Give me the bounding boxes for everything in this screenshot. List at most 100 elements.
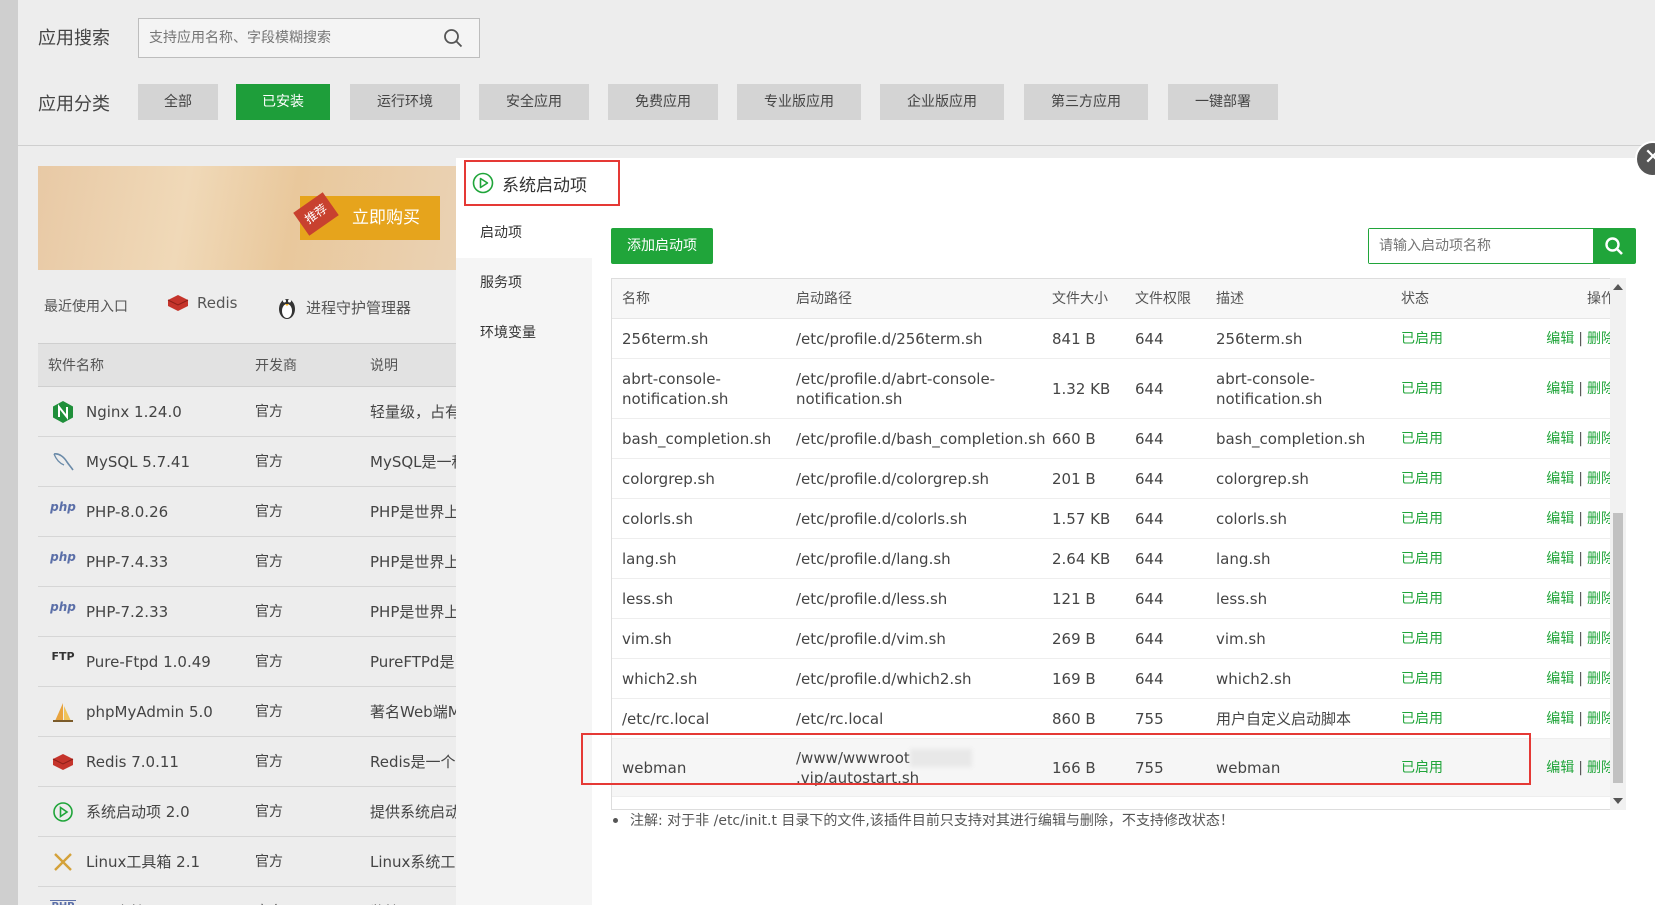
edit-link[interactable]: 编辑 xyxy=(1546,429,1574,449)
startup-search-button[interactable] xyxy=(1593,229,1635,263)
status-toggle[interactable]: 已启用 xyxy=(1401,499,1461,538)
startup-row[interactable]: which2.sh/etc/profile.d/which2.sh 169 B 64… xyxy=(612,659,1623,699)
category-security-button[interactable]: 安全应用 xyxy=(479,84,589,120)
startup-row[interactable]: /etc/rc.local/etc/rc.local 860 B 755 用户自定义启… xyxy=(612,699,1623,739)
startup-description: which2.sh xyxy=(1216,669,1292,688)
edit-link[interactable]: 编辑 xyxy=(1546,758,1574,778)
software-row[interactable]: php PHP-7.2.33 官方 PHP是世界上 xyxy=(38,587,459,637)
startup-row[interactable]: webman/www/wwwroot.vip/autostart.sh 166 B… xyxy=(612,739,1623,797)
action-separator: | xyxy=(1578,430,1583,447)
software-row[interactable]: MySQL 5.7.41 官方 MySQL是一种 xyxy=(38,437,460,487)
col-name: 名称 xyxy=(622,290,650,307)
software-name: Pure-Ftpd 1.0.49 xyxy=(86,653,211,671)
edit-link[interactable]: 编辑 xyxy=(1546,709,1574,729)
software-developer: 官方 xyxy=(255,887,283,905)
status-toggle[interactable]: 已启用 xyxy=(1401,359,1461,418)
startup-name: less.sh xyxy=(622,589,674,608)
category-runtime-button[interactable]: 运行环境 xyxy=(350,84,460,120)
table-scrollbar[interactable] xyxy=(1610,278,1626,810)
row-actions: 编辑 | 删除 xyxy=(1485,459,1615,498)
search-icon[interactable] xyxy=(443,28,463,48)
action-separator: | xyxy=(1578,470,1583,487)
status-toggle[interactable]: 已启用 xyxy=(1401,579,1461,618)
row-actions: 编辑 | 删除 xyxy=(1485,659,1615,698)
action-separator: | xyxy=(1578,710,1583,727)
startup-size: 1.57 KB xyxy=(1052,509,1111,528)
status-toggle[interactable]: 已启用 xyxy=(1401,659,1461,698)
software-row[interactable]: Nginx 1.24.0 官方 轻量级，占有 xyxy=(38,387,460,437)
app-search-input[interactable] xyxy=(139,19,429,57)
edit-link[interactable]: 编辑 xyxy=(1546,379,1574,399)
edit-link[interactable]: 编辑 xyxy=(1546,589,1574,609)
startup-row[interactable]: colorls.sh/etc/profile.d/colorls.sh 1.57 … xyxy=(612,499,1623,539)
software-description: MySQL是一种 xyxy=(370,453,460,471)
col-developer: 开发商 xyxy=(255,358,297,374)
row-actions: 编辑 | 删除 xyxy=(1485,739,1615,796)
category-installed-button[interactable]: 已安装 xyxy=(236,84,330,120)
category-deploy-button[interactable]: 一键部署 xyxy=(1168,84,1278,120)
software-row[interactable]: Linux工具箱 2.1 官方 Linux系统工 xyxy=(38,837,458,887)
divider xyxy=(18,145,1655,146)
software-row[interactable]: Redis 7.0.11 官方 Redis是一个 xyxy=(38,737,458,787)
status-toggle[interactable]: 已启用 xyxy=(1401,619,1461,658)
software-row[interactable]: phpMyAdmin 5.0 官方 著名Web端M xyxy=(38,687,460,737)
software-row[interactable]: php PHP-8.0.26 官方 PHP是世界上 xyxy=(38,487,459,537)
edit-link[interactable]: 编辑 xyxy=(1546,629,1574,649)
path-suffix: .vip/autostart.sh xyxy=(796,768,920,787)
startup-search-input[interactable] xyxy=(1369,229,1593,263)
edit-link[interactable]: 编辑 xyxy=(1546,329,1574,349)
scroll-up-arrow[interactable] xyxy=(1613,284,1623,290)
software-row[interactable]: php PHP-7.4.33 官方 PHP是世界上 xyxy=(38,537,460,587)
row-actions: 编辑 | 删除 xyxy=(1485,579,1615,618)
startup-path: /etc/profile.d/less.sh xyxy=(796,589,948,608)
edit-link[interactable]: 编辑 xyxy=(1546,469,1574,489)
software-description: 监控PHP-FP xyxy=(370,887,460,905)
software-description: PHP是世界上 xyxy=(370,553,460,571)
col-description: 说明 xyxy=(370,358,398,374)
edit-link[interactable]: 编辑 xyxy=(1546,549,1574,569)
status-toggle[interactable]: 已启用 xyxy=(1401,459,1461,498)
startup-row[interactable]: vim.sh/etc/profile.d/vim.sh 269 B 644 vim.s… xyxy=(612,619,1623,659)
bullet xyxy=(613,817,618,823)
category-free-button[interactable]: 免费应用 xyxy=(608,84,718,120)
startup-row[interactable]: colorgrep.sh/etc/profile.d/colorgrep.sh 2… xyxy=(612,459,1623,499)
col-path: 启动路径 xyxy=(796,290,852,307)
add-startup-item-button[interactable]: 添加启动项 xyxy=(611,228,713,264)
tab-env-vars[interactable]: 环境变量 xyxy=(456,308,592,358)
startup-permission: 644 xyxy=(1135,589,1164,608)
startup-name: /etc/rc.local xyxy=(622,709,710,728)
category-all-button[interactable]: 全部 xyxy=(138,84,218,120)
scroll-down-arrow[interactable] xyxy=(1613,798,1623,804)
software-row[interactable]: FTP Pure-Ftpd 1.0.49 官方 PureFTPd是 xyxy=(38,637,458,687)
status-toggle[interactable]: 已启用 xyxy=(1401,739,1461,796)
startup-size: 121 B xyxy=(1052,589,1096,608)
edit-link[interactable]: 编辑 xyxy=(1546,669,1574,689)
startup-row[interactable]: lang.sh/etc/profile.d/lang.sh 2.64 KB 644 l… xyxy=(612,539,1623,579)
software-developer: 官方 xyxy=(255,704,283,720)
startup-row[interactable]: abrt-console-notification.sh/etc/profile… xyxy=(612,359,1623,419)
software-row[interactable]: PHP PHP守护 1.2 官方 监控PHP-FP xyxy=(38,887,458,905)
status-toggle[interactable]: 已启用 xyxy=(1401,539,1461,578)
startup-row[interactable]: 256term.sh/etc/profile.d/256term.sh 841 B… xyxy=(612,319,1623,359)
recent-item-supervisor[interactable]: 进程守护管理器 xyxy=(276,294,411,320)
status-toggle[interactable]: 已启用 xyxy=(1401,319,1461,358)
category-thirdparty-button[interactable]: 第三方应用 xyxy=(1024,84,1148,120)
software-row[interactable]: 系统启动项 2.0 官方 提供系统启动 xyxy=(38,787,460,837)
recent-item-redis[interactable]: Redis xyxy=(167,294,237,312)
startup-row[interactable]: bash_completion.sh/etc/profile.d/bash_co… xyxy=(612,419,1623,459)
php-guard-icon: PHP xyxy=(50,900,76,905)
software-table-header: 软件名称 开发商 说明 xyxy=(38,343,458,387)
note-text: 注解: 对于非 /etc/init.t 目录下的文件,该插件目前只支持对其进行编… xyxy=(630,813,1234,829)
tab-services[interactable]: 服务项 xyxy=(456,258,592,308)
tab-startup-items[interactable]: 启动项 xyxy=(456,208,592,258)
category-pro-button[interactable]: 专业版应用 xyxy=(737,84,861,120)
startup-row[interactable]: less.sh/etc/profile.d/less.sh 121 B 644 les… xyxy=(612,579,1623,619)
category-enterprise-button[interactable]: 企业版应用 xyxy=(880,84,1004,120)
software-developer: 官方 xyxy=(255,654,283,670)
scroll-thumb[interactable] xyxy=(1613,513,1623,783)
status-toggle[interactable]: 已启用 xyxy=(1401,419,1461,458)
startup-path: /etc/profile.d/lang.sh xyxy=(796,549,951,568)
status-toggle[interactable]: 已启用 xyxy=(1401,699,1461,738)
note: 注解: 对于非 /etc/init.t 目录下的文件,该插件目前只支持对其进行编… xyxy=(613,810,1234,830)
edit-link[interactable]: 编辑 xyxy=(1546,509,1574,529)
